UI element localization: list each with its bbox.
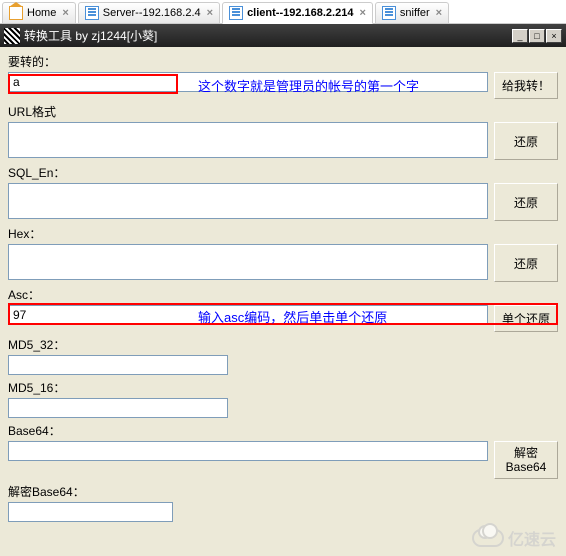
page-icon bbox=[382, 6, 396, 20]
close-icon[interactable]: × bbox=[62, 7, 68, 19]
window-title: 转换工具 by zj1244[小葵] bbox=[24, 27, 512, 44]
tab-label: Home bbox=[27, 7, 56, 19]
url-restore-button[interactable]: 还原 bbox=[494, 122, 558, 160]
md532-input[interactable] bbox=[8, 355, 228, 375]
tab-client[interactable]: client--192.168.2.214 × bbox=[222, 2, 373, 24]
close-icon[interactable]: × bbox=[207, 7, 213, 19]
tab-label: sniffer bbox=[400, 7, 430, 19]
close-icon[interactable]: × bbox=[359, 7, 365, 19]
page-icon bbox=[229, 6, 243, 20]
sqlen-input[interactable] bbox=[8, 183, 488, 219]
home-icon bbox=[9, 6, 23, 20]
sqlen-label: SQL_En： bbox=[8, 164, 558, 181]
hex-input[interactable] bbox=[8, 244, 488, 280]
md532-label: MD5_32： bbox=[8, 336, 558, 353]
decbase64-input[interactable] bbox=[8, 502, 173, 522]
tab-server[interactable]: Server--192.168.2.4 × bbox=[78, 2, 220, 23]
close-button[interactable]: × bbox=[546, 29, 562, 43]
convert-button[interactable]: 给我转！ bbox=[494, 72, 558, 99]
tab-home[interactable]: Home × bbox=[2, 2, 76, 23]
watermark: 亿速云 bbox=[472, 526, 556, 550]
tab-label: Server--192.168.2.4 bbox=[103, 7, 201, 19]
maximize-button[interactable]: □ bbox=[529, 29, 545, 43]
minimize-button[interactable]: _ bbox=[512, 29, 528, 43]
url-label: URL格式 bbox=[8, 103, 558, 120]
tab-sniffer[interactable]: sniffer × bbox=[375, 2, 449, 23]
hex-restore-button[interactable]: 还原 bbox=[494, 244, 558, 282]
close-icon[interactable]: × bbox=[436, 7, 442, 19]
cloud-icon bbox=[472, 529, 504, 547]
window-titlebar: 转换工具 by zj1244[小葵] _ □ × bbox=[0, 24, 566, 47]
base64-input[interactable] bbox=[8, 441, 488, 461]
convert-label: 要转的： bbox=[8, 53, 558, 70]
base64-label: Base64： bbox=[8, 422, 558, 439]
decbase64-label: 解密Base64： bbox=[8, 483, 558, 500]
watermark-text: 亿速云 bbox=[508, 526, 556, 550]
convert-note: 这个数字就是管理员的帐号的第一个字 bbox=[198, 76, 419, 95]
sqlen-restore-button[interactable]: 还原 bbox=[494, 183, 558, 221]
md516-label: MD5_16： bbox=[8, 379, 558, 396]
url-input[interactable] bbox=[8, 122, 488, 158]
asc-label: Asc： bbox=[8, 286, 558, 303]
tab-bar: Home × Server--192.168.2.4 × client--192… bbox=[0, 0, 566, 24]
hex-label: Hex： bbox=[8, 225, 558, 242]
base64-decode-button[interactable]: 解密Base64 bbox=[494, 441, 558, 479]
tab-label: client--192.168.2.214 bbox=[247, 7, 353, 19]
page-icon bbox=[85, 6, 99, 20]
md516-input[interactable] bbox=[8, 398, 228, 418]
app-icon bbox=[4, 28, 20, 44]
window-body: 要转的： 给我转！ 这个数字就是管理员的帐号的第一个字 URL格式 还原 SQL… bbox=[0, 47, 566, 556]
asc-note: 输入asc编码，然后单击单个还原 bbox=[198, 307, 387, 326]
asc-restore-button[interactable]: 单个还原 bbox=[494, 305, 558, 332]
